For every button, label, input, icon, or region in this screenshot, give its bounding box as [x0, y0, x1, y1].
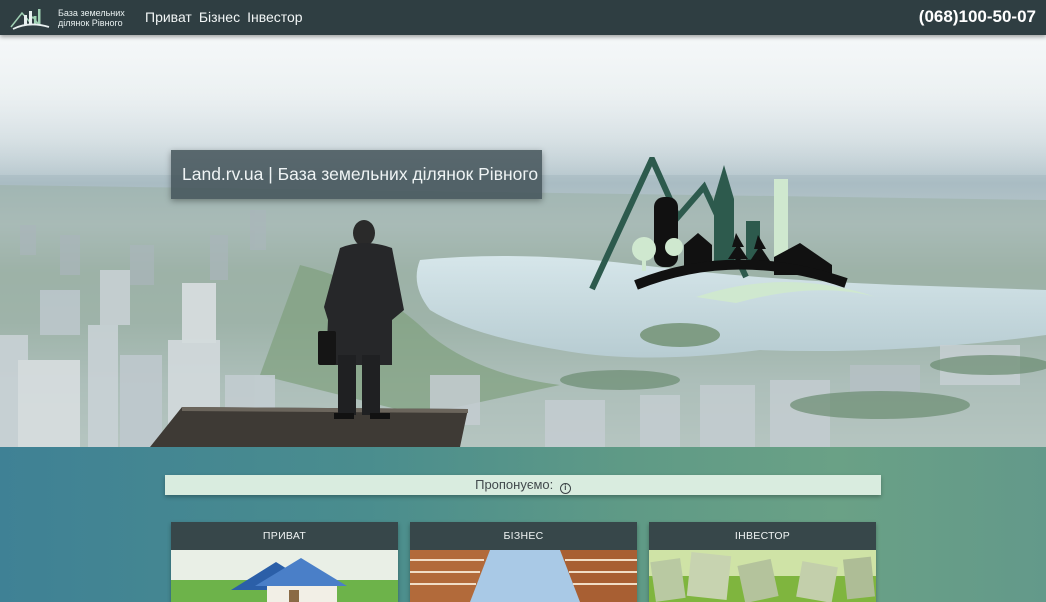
nav-item-pryvat[interactable]: Приват: [145, 9, 192, 26]
skyscrapers-image: [410, 550, 637, 602]
brand-logo-icon: [10, 9, 50, 30]
main-nav: Приват Бізнес Інвестор: [145, 9, 303, 26]
nav-item-biznes[interactable]: Бізнес: [199, 9, 240, 26]
nav-item-investor[interactable]: Інвестор: [247, 9, 303, 26]
money-grass-image: [649, 550, 876, 602]
card-title-investor: ІНВЕСТОР: [649, 522, 876, 550]
brand-line-1: База земельних: [58, 8, 125, 18]
hero-title: Land.rv.ua | База земельних ділянок Рівн…: [171, 150, 542, 199]
house-image: [171, 550, 398, 602]
offers-label: Пропонуємо:: [475, 477, 554, 492]
brand-link[interactable]: База земельних ділянок Рівного: [9, 4, 134, 32]
offers-heading-bar: Пропонуємо: i: [165, 475, 881, 495]
offers-section: Пропонуємо: i ПРИВАТ БІЗНЕС ІНВЕСТОР: [0, 447, 1046, 602]
brand-line-2: ділянок Рівного: [58, 18, 123, 28]
hero-banner: Land.rv.ua | База земельних ділянок Рівн…: [0, 35, 1046, 447]
info-icon[interactable]: i: [559, 483, 571, 494]
card-title-biznes: БІЗНЕС: [410, 522, 637, 550]
card-pryvat[interactable]: ПРИВАТ: [171, 522, 398, 602]
land-logo-icon: [589, 157, 876, 303]
card-investor[interactable]: ІНВЕСТОР: [649, 522, 876, 602]
card-biznes[interactable]: БІЗНЕС: [410, 522, 637, 602]
top-navbar: База земельних ділянок Рівного Приват Бі…: [0, 0, 1046, 35]
card-title-pryvat: ПРИВАТ: [171, 522, 398, 550]
phone-number[interactable]: (068)100-50-07: [919, 7, 1036, 27]
